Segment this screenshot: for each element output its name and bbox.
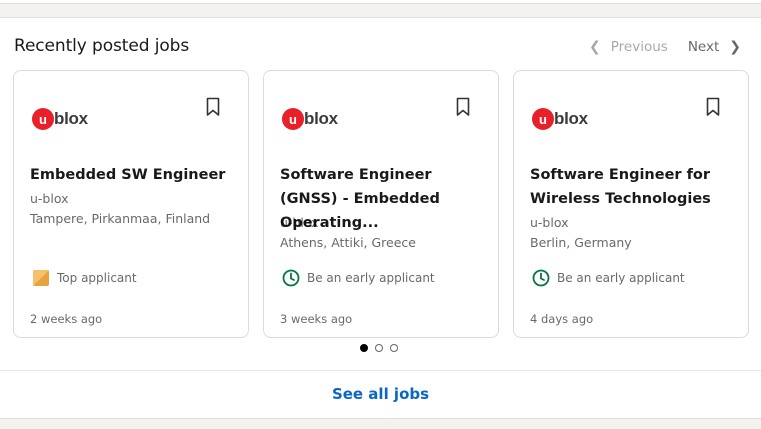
job-card[interactable]: u blox Software Engineer for Wireless Te… <box>513 70 749 338</box>
job-location: Berlin, Germany <box>530 235 632 250</box>
recently-posted-jobs-panel: Recently posted jobs ❮ Previous Next ❯ u… <box>0 17 761 419</box>
logo-text: blox <box>304 109 338 128</box>
company-name: u-blox <box>280 215 319 230</box>
job-card[interactable]: u blox Embedded SW Engineer u-blox Tampe… <box>13 70 249 338</box>
carousel-dot-3[interactable] <box>390 344 398 352</box>
company-logo[interactable]: u blox <box>532 108 588 130</box>
chevron-left-icon: ❮ <box>589 39 601 55</box>
posted-time: 4 days ago <box>530 312 594 326</box>
top-applicant-icon <box>33 270 49 286</box>
posted-time: 2 weeks ago <box>30 312 103 326</box>
previous-section-edge <box>0 0 761 4</box>
job-card[interactable]: u blox Software Engineer (GNSS) - Embedd… <box>263 70 499 338</box>
bookmark-icon[interactable] <box>706 97 720 117</box>
job-title-link[interactable]: Embedded SW Engineer <box>30 163 235 187</box>
top-strip <box>0 0 761 17</box>
logo-text: blox <box>54 109 88 128</box>
section-title: Recently posted jobs <box>14 36 190 56</box>
carousel-dot-1[interactable] <box>360 344 368 352</box>
previous-button[interactable]: ❮ Previous <box>589 39 668 55</box>
company-logo[interactable]: u blox <box>282 108 338 130</box>
logo-mark: u <box>282 108 304 130</box>
carousel-dot-2[interactable] <box>375 344 383 352</box>
see-all-jobs-link[interactable]: See all jobs <box>0 385 761 403</box>
carousel-indicators <box>360 344 405 352</box>
company-name: u-blox <box>530 215 569 230</box>
next-label: Next <box>687 39 720 55</box>
job-title-link[interactable]: Software Engineer for Wireless Technolog… <box>530 163 735 211</box>
next-button[interactable]: Next ❯ <box>688 39 741 55</box>
clock-icon <box>532 269 550 287</box>
applicant-insight: Be an early applicant <box>532 269 685 287</box>
job-location: Athens, Attiki, Greece <box>280 235 416 250</box>
previous-label: Previous <box>610 39 668 55</box>
applicant-insight: Be an early applicant <box>282 269 435 287</box>
insight-text: Top applicant <box>57 271 137 285</box>
logo-text: blox <box>554 109 588 128</box>
logo-mark: u <box>532 108 554 130</box>
insight-text: Be an early applicant <box>557 271 685 285</box>
applicant-insight: Top applicant <box>32 269 137 287</box>
clock-icon <box>282 269 300 287</box>
carousel-pager: ❮ Previous Next ❯ <box>589 39 741 55</box>
chevron-right-icon: ❯ <box>729 39 741 55</box>
bookmark-icon[interactable] <box>456 97 470 117</box>
logo-mark: u <box>32 108 54 130</box>
job-location: Tampere, Pirkanmaa, Finland <box>30 211 211 226</box>
bookmark-icon[interactable] <box>206 97 220 117</box>
posted-time: 3 weeks ago <box>280 312 353 326</box>
company-name: u-blox <box>30 191 69 206</box>
company-logo[interactable]: u blox <box>32 108 88 130</box>
insight-text: Be an early applicant <box>307 271 435 285</box>
divider <box>0 370 761 371</box>
